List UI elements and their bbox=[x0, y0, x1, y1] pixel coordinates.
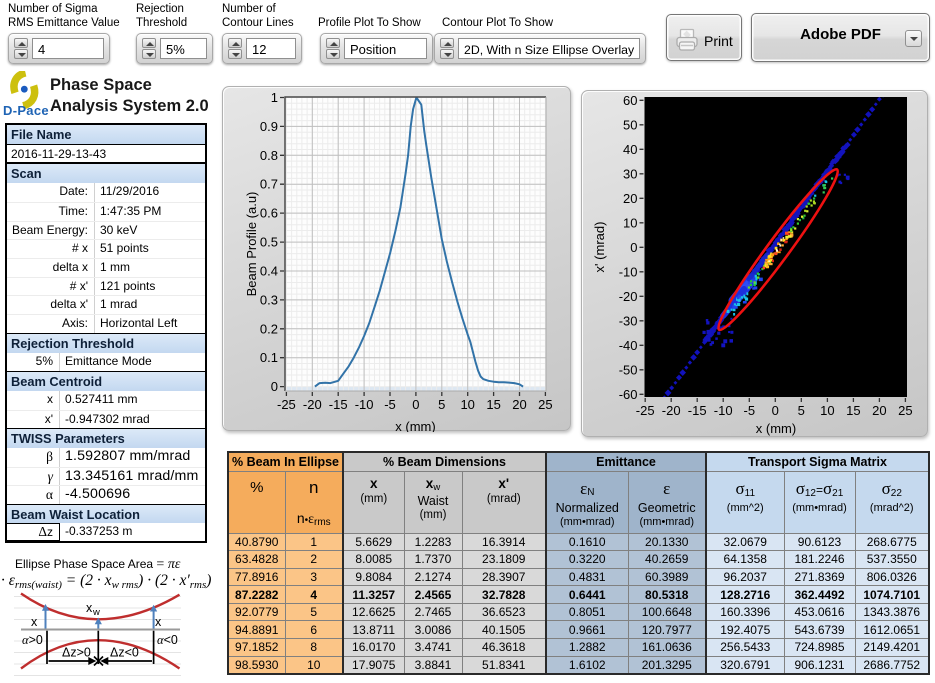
svg-text:-5: -5 bbox=[744, 403, 756, 418]
svg-text:0.7: 0.7 bbox=[260, 177, 278, 192]
svg-text:25: 25 bbox=[538, 397, 552, 412]
svg-text:0: 0 bbox=[271, 379, 278, 394]
svg-text:α<0: α<0 bbox=[157, 633, 178, 647]
svg-text:w: w bbox=[92, 607, 100, 618]
svg-text:x (mm): x (mm) bbox=[395, 419, 435, 432]
svg-text:0: 0 bbox=[412, 397, 419, 412]
svg-text:-25: -25 bbox=[636, 403, 655, 418]
svg-text:-20: -20 bbox=[303, 397, 322, 412]
svg-text:15: 15 bbox=[846, 403, 860, 418]
svg-text:0.4: 0.4 bbox=[260, 264, 278, 279]
svg-text:-15: -15 bbox=[688, 403, 707, 418]
svg-text:10: 10 bbox=[820, 403, 834, 418]
svg-text:-25: -25 bbox=[277, 397, 296, 412]
svg-text:-30: -30 bbox=[619, 313, 638, 328]
svg-text:0.1: 0.1 bbox=[260, 350, 278, 365]
svg-text:-20: -20 bbox=[619, 289, 638, 304]
svg-text:-10: -10 bbox=[619, 264, 638, 279]
svg-text:Δz>0: Δz>0 bbox=[62, 646, 91, 660]
svg-text:-40: -40 bbox=[619, 338, 638, 353]
svg-text:10: 10 bbox=[460, 397, 474, 412]
svg-text:-10: -10 bbox=[714, 403, 733, 418]
svg-text:-5: -5 bbox=[384, 397, 396, 412]
svg-text:60: 60 bbox=[623, 93, 637, 108]
svg-text:0.3: 0.3 bbox=[260, 292, 278, 307]
svg-text:x: x bbox=[86, 601, 93, 615]
svg-text:x (mm): x (mm) bbox=[756, 421, 796, 436]
svg-text:-10: -10 bbox=[355, 397, 374, 412]
svg-text:0.5: 0.5 bbox=[260, 235, 278, 250]
svg-text:20: 20 bbox=[512, 397, 526, 412]
svg-text:-20: -20 bbox=[662, 403, 681, 418]
svg-text:30: 30 bbox=[623, 166, 637, 181]
svg-text:1: 1 bbox=[271, 90, 278, 105]
svg-text:5: 5 bbox=[438, 397, 445, 412]
svg-text:x' (mrad): x' (mrad) bbox=[592, 222, 607, 273]
svg-text:50: 50 bbox=[623, 117, 637, 132]
svg-text:0.9: 0.9 bbox=[260, 119, 278, 134]
svg-text:0: 0 bbox=[630, 240, 637, 255]
svg-text:Δz<0: Δz<0 bbox=[110, 646, 139, 660]
svg-text:x: x bbox=[31, 615, 38, 629]
svg-text:0.8: 0.8 bbox=[260, 148, 278, 163]
svg-text:0.2: 0.2 bbox=[260, 321, 278, 336]
svg-text:-60: -60 bbox=[619, 387, 638, 402]
svg-text:25: 25 bbox=[898, 403, 912, 418]
svg-text:x: x bbox=[155, 615, 162, 629]
svg-text:5: 5 bbox=[798, 403, 805, 418]
svg-text:15: 15 bbox=[486, 397, 500, 412]
svg-text:Beam Profile (a.u): Beam Profile (a.u) bbox=[244, 192, 259, 297]
svg-text:20: 20 bbox=[623, 191, 637, 206]
svg-text:-15: -15 bbox=[329, 397, 348, 412]
svg-text:0: 0 bbox=[772, 403, 779, 418]
svg-text:-50: -50 bbox=[619, 362, 638, 377]
svg-text:20: 20 bbox=[872, 403, 886, 418]
svg-text:10: 10 bbox=[623, 215, 637, 230]
svg-text:α>0: α>0 bbox=[22, 633, 43, 647]
svg-text:40: 40 bbox=[623, 142, 637, 157]
svg-text:0.6: 0.6 bbox=[260, 206, 278, 221]
